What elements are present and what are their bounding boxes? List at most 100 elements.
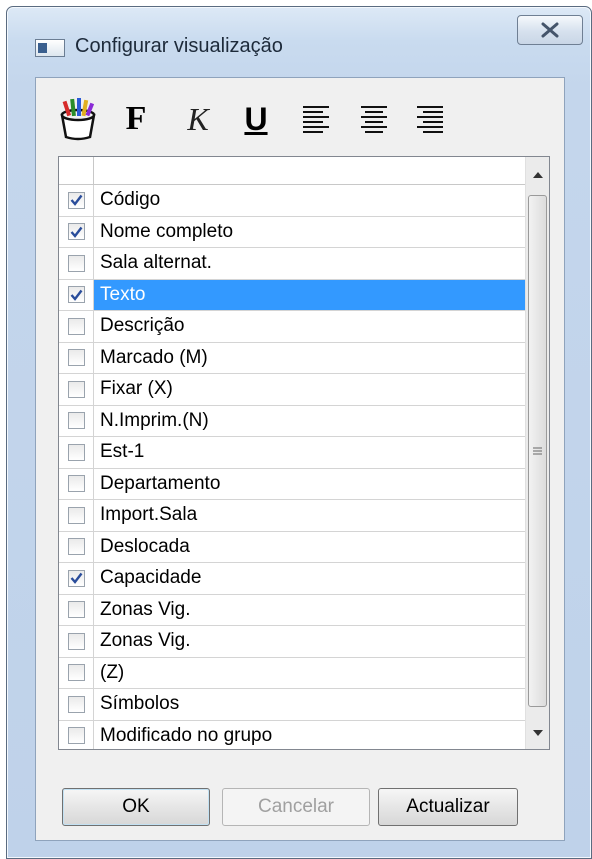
item-checkbox[interactable] xyxy=(67,254,85,272)
dialog-window: Configurar visualização F K U Código Nom… xyxy=(6,6,592,859)
checkmark-icon xyxy=(70,226,82,238)
item-checkbox[interactable] xyxy=(67,475,85,493)
item-checkbox[interactable] xyxy=(67,538,85,556)
list-item[interactable]: Modificado no grupo xyxy=(59,720,527,749)
checkbox-cell xyxy=(59,374,94,405)
list-item[interactable]: Símbolos xyxy=(59,689,527,721)
checkbox-cell xyxy=(59,689,94,720)
checkbox-cell xyxy=(59,185,94,216)
list-item[interactable]: Marcado (M) xyxy=(59,342,527,374)
list-item[interactable]: Zonas Vig. xyxy=(59,594,527,626)
checkbox-cell xyxy=(59,216,94,247)
list-rows: Código Nome completo Sala alternat. Texto De… xyxy=(59,185,527,749)
list-item[interactable]: Descrição xyxy=(59,311,527,343)
list-item-label: Símbolos xyxy=(100,693,180,715)
paint-cup-icon xyxy=(60,98,96,141)
checkbox-cell xyxy=(59,626,94,657)
item-checkbox[interactable] xyxy=(67,695,85,713)
checkbox-cell xyxy=(59,437,94,468)
item-checkbox[interactable] xyxy=(67,569,85,587)
update-button[interactable]: Actualizar xyxy=(378,788,518,826)
checkbox-cell xyxy=(59,500,94,531)
item-checkbox[interactable] xyxy=(67,727,85,745)
scroll-up-button[interactable] xyxy=(526,163,549,187)
list-item-label: Nome completo xyxy=(100,220,234,242)
list-item[interactable]: Departamento xyxy=(59,468,527,500)
checkbox-cell xyxy=(59,248,94,279)
scrollbar-thumb[interactable] xyxy=(528,195,547,707)
cancel-button[interactable]: Cancelar xyxy=(222,788,370,826)
item-checkbox[interactable] xyxy=(67,412,85,430)
list-item-label: Fixar (X) xyxy=(100,378,173,400)
bold-button[interactable]: F xyxy=(116,98,156,140)
list-item[interactable]: Capacidade xyxy=(59,563,527,595)
checkbox-cell xyxy=(59,531,94,562)
scroll-down-button[interactable] xyxy=(526,721,549,745)
list-item-label: Est-1 xyxy=(100,441,145,463)
align-center-button[interactable] xyxy=(356,98,392,140)
list-item[interactable]: Código xyxy=(59,185,527,217)
italic-button[interactable]: K xyxy=(178,98,218,140)
checkbox-cell xyxy=(59,342,94,373)
list-header xyxy=(59,157,527,185)
list-item[interactable]: N.Imprim.(N) xyxy=(59,405,527,437)
item-checkbox[interactable] xyxy=(67,506,85,524)
list-item[interactable]: Sala alternat. xyxy=(59,248,527,280)
list-item-label: Departamento xyxy=(100,472,221,494)
item-checkbox[interactable] xyxy=(67,632,85,650)
list-item-label: Zonas Vig. xyxy=(100,598,191,620)
underline-button[interactable]: U xyxy=(236,98,276,140)
close-button[interactable] xyxy=(517,15,583,45)
window-app-icon xyxy=(35,39,65,57)
list-item[interactable]: Texto xyxy=(59,279,527,311)
list-item-label: Descrição xyxy=(100,315,185,337)
item-checkbox[interactable] xyxy=(67,191,85,209)
list-item-label: (Z) xyxy=(100,661,125,683)
grip-icon xyxy=(533,447,542,455)
list-item-label: Import.Sala xyxy=(100,504,198,526)
arrow-down-icon xyxy=(533,730,543,736)
list-item[interactable]: Fixar (X) xyxy=(59,374,527,406)
item-checkbox[interactable] xyxy=(67,443,85,461)
item-checkbox[interactable] xyxy=(67,223,85,241)
item-checkbox[interactable] xyxy=(67,601,85,619)
list-item[interactable]: Est-1 xyxy=(59,437,527,469)
item-checkbox[interactable] xyxy=(67,349,85,367)
checkbox-cell xyxy=(59,279,94,310)
list-item-label: Deslocada xyxy=(100,535,190,557)
list-item[interactable]: Deslocada xyxy=(59,531,527,563)
checkbox-cell xyxy=(59,720,94,749)
list-item-label: N.Imprim.(N) xyxy=(100,409,209,431)
checkbox-cell xyxy=(59,405,94,436)
ok-button[interactable]: OK xyxy=(62,788,210,826)
align-right-icon xyxy=(417,106,443,133)
list-item-label: Texto xyxy=(94,279,527,310)
item-checkbox[interactable] xyxy=(67,664,85,682)
checkbox-cell xyxy=(59,468,94,499)
item-checkbox[interactable] xyxy=(67,317,85,335)
item-checkbox[interactable] xyxy=(67,286,85,304)
list-item-label: Modificado no grupo xyxy=(100,724,273,746)
checkbox-cell xyxy=(59,563,94,594)
vertical-scrollbar[interactable] xyxy=(525,157,549,749)
arrow-up-icon xyxy=(533,172,543,178)
title-bar[interactable]: Configurar visualização xyxy=(7,7,591,77)
align-center-icon xyxy=(361,106,387,133)
align-left-button[interactable] xyxy=(298,98,334,140)
window-title: Configurar visualização xyxy=(75,35,283,57)
list-item-label: Marcado (M) xyxy=(100,346,208,368)
list-header-checkbox-column xyxy=(59,157,94,185)
color-palette-button[interactable] xyxy=(54,98,102,141)
list-item-label: Capacidade xyxy=(100,567,202,589)
fields-listbox[interactable]: Código Nome completo Sala alternat. Texto De… xyxy=(58,156,550,750)
item-checkbox[interactable] xyxy=(67,380,85,398)
checkbox-cell xyxy=(59,657,94,688)
list-item[interactable]: Zonas Vig. xyxy=(59,626,527,658)
checkmark-icon xyxy=(70,195,82,207)
list-item[interactable]: Nome completo xyxy=(59,216,527,248)
close-icon xyxy=(541,22,559,38)
list-item[interactable]: (Z) xyxy=(59,657,527,689)
list-item[interactable]: Import.Sala xyxy=(59,500,527,532)
align-right-button[interactable] xyxy=(412,98,448,140)
list-item-label: Zonas Vig. xyxy=(100,630,191,652)
